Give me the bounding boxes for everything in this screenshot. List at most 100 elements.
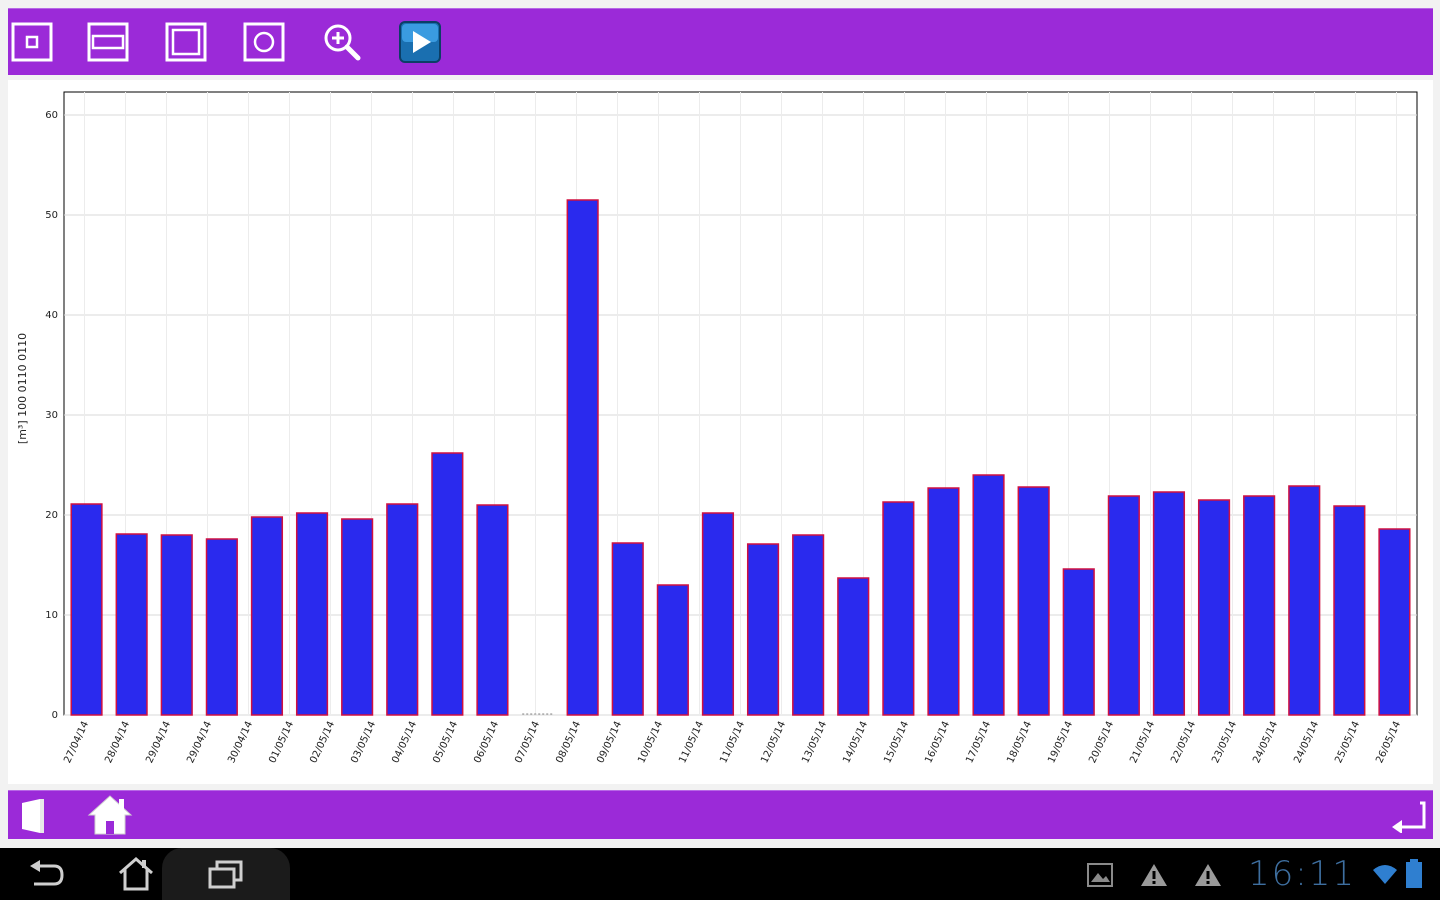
zoom-circle-icon — [243, 22, 285, 62]
bar — [386, 503, 419, 716]
zoom-in-button[interactable] — [320, 21, 364, 63]
x-tick-label: 29/04/14 — [144, 720, 173, 765]
warning-icon-2[interactable] — [1194, 862, 1222, 892]
x-tick-label: 02/05/14 — [308, 720, 337, 765]
x-tick-label: 18/05/14 — [1005, 720, 1034, 765]
bar — [701, 512, 735, 716]
y-tick-label: 60 — [45, 110, 58, 121]
x-tick-label: 27/04/14 — [62, 720, 91, 765]
x-tick-label: 24/05/14 — [1292, 720, 1321, 765]
x-tick-label: 10/05/14 — [636, 720, 665, 765]
warning-icon[interactable] — [1140, 862, 1168, 892]
bar — [115, 533, 148, 716]
bar — [1243, 495, 1276, 716]
bar — [70, 503, 103, 716]
x-tick-label: 16/05/14 — [923, 720, 952, 765]
bar — [1017, 486, 1050, 716]
x-tick-label: 14/05/14 — [841, 720, 870, 765]
x-tick-label: 30/04/14 — [226, 720, 255, 765]
bar — [792, 534, 825, 716]
nav-home-icon — [119, 857, 153, 891]
zoom-frame-icon — [165, 22, 207, 62]
magnifier-zoom-in-icon — [324, 24, 361, 61]
x-tick-label: 28/04/14 — [103, 720, 132, 765]
bar — [927, 487, 960, 716]
x-tick-label: 17/05/14 — [964, 720, 993, 765]
back-icon — [30, 860, 64, 886]
return-arrow-icon — [1392, 801, 1426, 834]
play-button[interactable] — [398, 21, 442, 63]
bar — [972, 474, 1005, 716]
bar — [250, 516, 284, 716]
x-tick-label: 12/05/14 — [759, 720, 788, 765]
bar — [476, 504, 509, 716]
bar — [205, 538, 238, 716]
x-tick-label: 09/05/14 — [595, 720, 624, 765]
zoom-point-icon — [11, 22, 53, 62]
bar — [160, 534, 193, 716]
wifi-icon — [1370, 860, 1400, 892]
bar — [341, 518, 374, 716]
bar — [1107, 495, 1140, 716]
bar — [746, 543, 780, 716]
home-icon — [87, 795, 133, 835]
x-tick-label: 03/05/14 — [349, 720, 378, 765]
x-tick-label: 15/05/14 — [882, 720, 911, 765]
x-tick-label: 05/05/14 — [431, 720, 460, 765]
zoom-circle-button[interactable] — [242, 21, 286, 63]
x-tick-label: 01/05/14 — [267, 720, 296, 765]
y-axis-label: [m³] 100 0110 0110 — [16, 333, 29, 444]
x-tick-label: 07/05/14 — [513, 720, 542, 765]
system-navigation-bar: 16:11 — [0, 848, 1440, 900]
door-button[interactable] — [18, 797, 52, 835]
x-tick-label: 20/05/14 — [1087, 720, 1116, 765]
y-tick-label: 20 — [45, 510, 58, 521]
x-tick-label: 24/05/14 — [1251, 720, 1280, 765]
zoom-point-button[interactable] — [10, 21, 54, 63]
bar — [656, 584, 689, 716]
door-exit-icon — [22, 799, 44, 833]
bar — [1288, 485, 1321, 716]
chart-toolbar — [8, 8, 1433, 75]
back-button[interactable] — [1388, 797, 1428, 834]
x-tick-label: 22/05/14 — [1169, 720, 1198, 765]
bar-chart[interactable]: 0 10 20 30 40 50 60 27/04/14 28/04/14 29/04/14 29/… — [8, 80, 1433, 784]
bar — [611, 542, 644, 716]
home-button[interactable] — [86, 793, 134, 837]
status-clock[interactable]: 16:11 — [1248, 854, 1356, 894]
x-tick-label: 25/05/14 — [1333, 720, 1362, 765]
x-tick-label: 21/05/14 — [1128, 720, 1157, 765]
x-tick-label: 29/04/14 — [185, 720, 214, 765]
x-tick-label: 13/05/14 — [800, 720, 829, 765]
bar — [1378, 528, 1411, 716]
bar — [295, 512, 329, 716]
nav-back-button[interactable] — [26, 858, 66, 894]
x-tick-label: 26/05/14 — [1374, 720, 1403, 765]
x-tick-label: 11/05/14 — [718, 720, 747, 765]
x-tick-label: 06/05/14 — [472, 720, 501, 765]
y-tick-label: 40 — [45, 310, 58, 321]
bottom-toolbar — [8, 790, 1433, 839]
zoom-horizontal-button[interactable] — [86, 21, 130, 63]
zoom-horizontal-icon — [87, 22, 129, 62]
screenshot-notification-icon[interactable] — [1086, 862, 1114, 892]
zoom-frame-button[interactable] — [164, 21, 208, 63]
x-tick-label: 04/05/14 — [390, 720, 419, 765]
y-tick-label: 0 — [52, 710, 58, 721]
bar — [1152, 491, 1186, 716]
bar — [1062, 568, 1095, 716]
y-tick-label: 50 — [45, 210, 58, 221]
recent-apps-icon — [208, 860, 243, 889]
x-tick-label: 23/05/14 — [1210, 720, 1239, 765]
nav-home-button[interactable] — [116, 856, 156, 896]
play-icon — [399, 21, 441, 63]
nav-recents-button[interactable] — [206, 858, 246, 894]
bar — [566, 199, 599, 716]
bar — [1197, 499, 1231, 716]
y-tick-label: 30 — [45, 410, 58, 421]
x-tick-label: 19/05/14 — [1046, 720, 1075, 765]
chart-panel: 0 10 20 30 40 50 60 27/04/14 28/04/14 29/04/14 29/… — [8, 80, 1433, 784]
bar — [882, 501, 915, 716]
y-tick-label: 10 — [45, 610, 58, 621]
bar — [431, 452, 464, 716]
